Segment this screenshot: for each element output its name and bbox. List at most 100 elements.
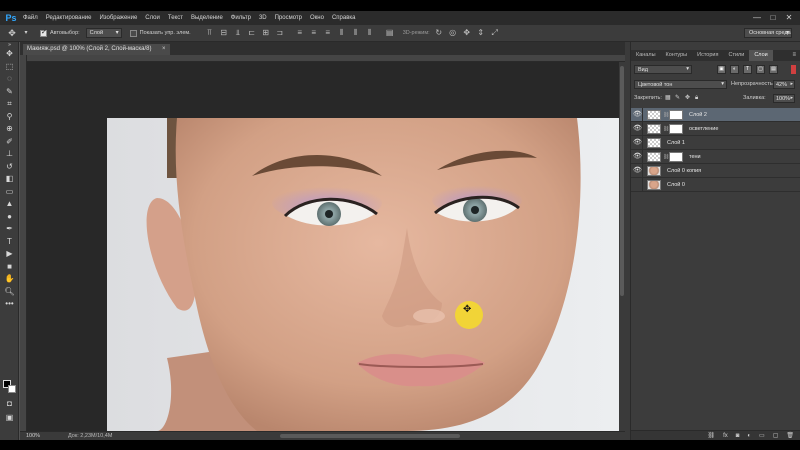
document-size-info[interactable]: Док: 2,23M/10,4M <box>68 433 112 439</box>
layer-mask-thumbnail[interactable] <box>669 152 683 162</box>
distribute-vcenter-icon[interactable]: ≡ <box>309 28 319 38</box>
autoselect-checkbox[interactable] <box>40 28 47 37</box>
layer-row-4[interactable]: 👁︎ ⛓︎ тени <box>631 150 800 164</box>
layer-name[interactable]: тени <box>689 150 701 164</box>
maximize-button[interactable]: □ <box>766 11 780 25</box>
move-tool-icon[interactable]: ✥ <box>0 48 19 61</box>
distribute-top-icon[interactable]: ≡ <box>295 28 305 38</box>
scale-3d-icon[interactable]: ⤢ <box>490 28 500 38</box>
tab-history[interactable]: История <box>692 50 723 61</box>
visibility-eye-icon[interactable]: 👁︎ <box>633 136 643 150</box>
crop-tool-icon[interactable]: ⌗ <box>0 98 19 111</box>
layer-row-1[interactable]: 👁︎ ⛓︎ Слой 2 <box>631 108 800 122</box>
quick-selection-tool-icon[interactable]: ✎ <box>0 86 19 99</box>
vertical-scroll-thumb[interactable] <box>620 66 624 296</box>
align-left-icon[interactable]: ⊏ <box>247 28 257 38</box>
distribute-right-icon[interactable]: ⦀ <box>365 28 375 38</box>
layer-row-3[interactable]: 👁︎ Слой 1 <box>631 136 800 150</box>
layer-thumbnail[interactable] <box>647 180 661 190</box>
visibility-eye-icon[interactable]: 👁︎ <box>633 150 643 164</box>
layer-row-2[interactable]: 👁︎ ⛓︎ осветление <box>631 122 800 136</box>
distribute-left-icon[interactable]: ⦀ <box>337 28 347 38</box>
history-brush-tool-icon[interactable]: ↺ <box>0 161 19 174</box>
filter-type-icon[interactable]: T <box>743 65 752 74</box>
tab-layers[interactable]: Слои <box>749 50 773 61</box>
visibility-eye-icon[interactable]: 👁︎ <box>633 122 643 136</box>
tab-channels[interactable]: Каналы <box>631 50 661 61</box>
mask-icon[interactable]: ◙ <box>736 431 740 441</box>
distribute-hcenter-icon[interactable]: ⦀ <box>351 28 361 38</box>
lock-position-icon[interactable]: ✥ <box>685 93 690 104</box>
opacity-input[interactable]: 42% <box>773 80 795 89</box>
roll-3d-icon[interactable]: ◎ <box>448 28 458 38</box>
move-tool-icon[interactable]: ✥ <box>6 27 18 39</box>
menu-select[interactable]: Выделение <box>187 11 227 25</box>
menu-type[interactable]: Текст <box>164 11 187 25</box>
blend-mode-select[interactable]: Цветовой тон <box>634 80 727 89</box>
filter-adjustment-icon[interactable]: ◐ <box>730 65 739 74</box>
layer-name[interactable]: Слой 1 <box>667 136 685 150</box>
minimize-button[interactable]: — <box>750 11 764 25</box>
distribute-bottom-icon[interactable]: ≡ <box>323 28 333 38</box>
panel-menu-icon[interactable]: ≡ <box>792 50 796 61</box>
menu-file[interactable]: Файл <box>19 11 42 25</box>
align-right-icon[interactable]: ⊐ <box>275 28 285 38</box>
filter-kind-select[interactable]: Вид <box>634 65 692 74</box>
healing-brush-tool-icon[interactable]: ⊕ <box>0 123 19 136</box>
lasso-tool-icon[interactable]: ◌ <box>0 73 19 86</box>
menu-3d[interactable]: 3D <box>255 11 271 25</box>
shape-tool-icon[interactable]: ■ <box>0 261 19 274</box>
quick-mask-icon[interactable]: ◘ <box>0 398 19 411</box>
eraser-tool-icon[interactable]: ◧ <box>0 173 19 186</box>
screen-mode-icon[interactable]: ▣ <box>0 412 19 425</box>
path-selection-tool-icon[interactable]: ▶ <box>0 248 19 261</box>
dodge-tool-icon[interactable]: ● <box>0 211 19 224</box>
marquee-tool-icon[interactable]: ⬚ <box>0 61 19 74</box>
background-color-swatch[interactable] <box>8 385 16 393</box>
zoom-tool-icon[interactable]: 🔍︎ <box>0 286 19 299</box>
layer-thumbnail[interactable] <box>647 138 661 148</box>
show-transform-checkbox[interactable] <box>129 29 137 37</box>
menu-filter[interactable]: Фильтр <box>227 11 255 25</box>
autoselect-select[interactable]: Слой <box>85 28 122 38</box>
menu-layers[interactable]: Слои <box>141 11 164 25</box>
layer-thumbnail[interactable] <box>647 152 661 162</box>
new-layer-icon[interactable]: ▢ <box>773 431 779 441</box>
workspace-select[interactable]: Основная среда <box>744 28 792 38</box>
layer-name[interactable]: Слой 0 копия <box>667 164 701 178</box>
link-icon[interactable]: ⛓︎ <box>707 431 715 441</box>
visibility-eye-icon[interactable]: 👁︎ <box>633 178 643 192</box>
canvas-photo[interactable] <box>107 118 619 431</box>
zoom-level[interactable]: 100% <box>26 433 56 439</box>
layer-thumbnail[interactable] <box>647 124 661 134</box>
fill-input[interactable]: 100% <box>773 94 795 103</box>
auto-align-icon[interactable]: ▤ <box>385 28 395 38</box>
menu-window[interactable]: Окно <box>306 11 328 25</box>
folder-icon[interactable]: ▭ <box>759 431 765 441</box>
visibility-eye-icon[interactable]: 👁︎ <box>633 108 643 122</box>
menu-image[interactable]: Изображение <box>95 11 141 25</box>
tab-paths[interactable]: Контуры <box>661 50 693 61</box>
align-vcenter-icon[interactable]: ⊟ <box>219 28 229 38</box>
eyedropper-tool-icon[interactable]: ⚲ <box>0 111 19 124</box>
lock-image-icon[interactable]: ✎ <box>675 93 680 104</box>
align-top-icon[interactable]: ⫪ <box>205 28 215 38</box>
document-tab[interactable]: Макияж.psd @ 100% (Слой 2, Слой-маска/8)… <box>23 44 170 55</box>
filter-pixel-icon[interactable]: ▣ <box>717 65 726 74</box>
layer-row-6[interactable]: 👁︎ Слой 0 <box>631 178 800 192</box>
menu-edit[interactable]: Редактирование <box>42 11 96 25</box>
trash-icon[interactable]: 🗑︎ <box>786 431 794 441</box>
tab-styles[interactable]: Стили <box>723 50 749 61</box>
blur-tool-icon[interactable]: ▲ <box>0 198 19 211</box>
layer-thumbnail[interactable] <box>647 110 661 120</box>
edit-toolbar-icon[interactable]: ••• <box>0 298 19 311</box>
brush-tool-icon[interactable]: ✐ <box>0 136 19 149</box>
layer-name[interactable]: Слой 0 <box>667 178 685 192</box>
layer-mask-thumbnail[interactable] <box>669 124 683 134</box>
tool-preset-dropdown-icon[interactable]: ▾ <box>20 27 32 39</box>
lock-all-icon[interactable]: 🔒︎ <box>695 93 698 104</box>
vertical-ruler[interactable] <box>20 55 27 431</box>
clone-stamp-tool-icon[interactable]: ⊥ <box>0 148 19 161</box>
pen-tool-icon[interactable]: ✒ <box>0 223 19 236</box>
lock-transparent-icon[interactable]: ▦ <box>665 93 671 104</box>
